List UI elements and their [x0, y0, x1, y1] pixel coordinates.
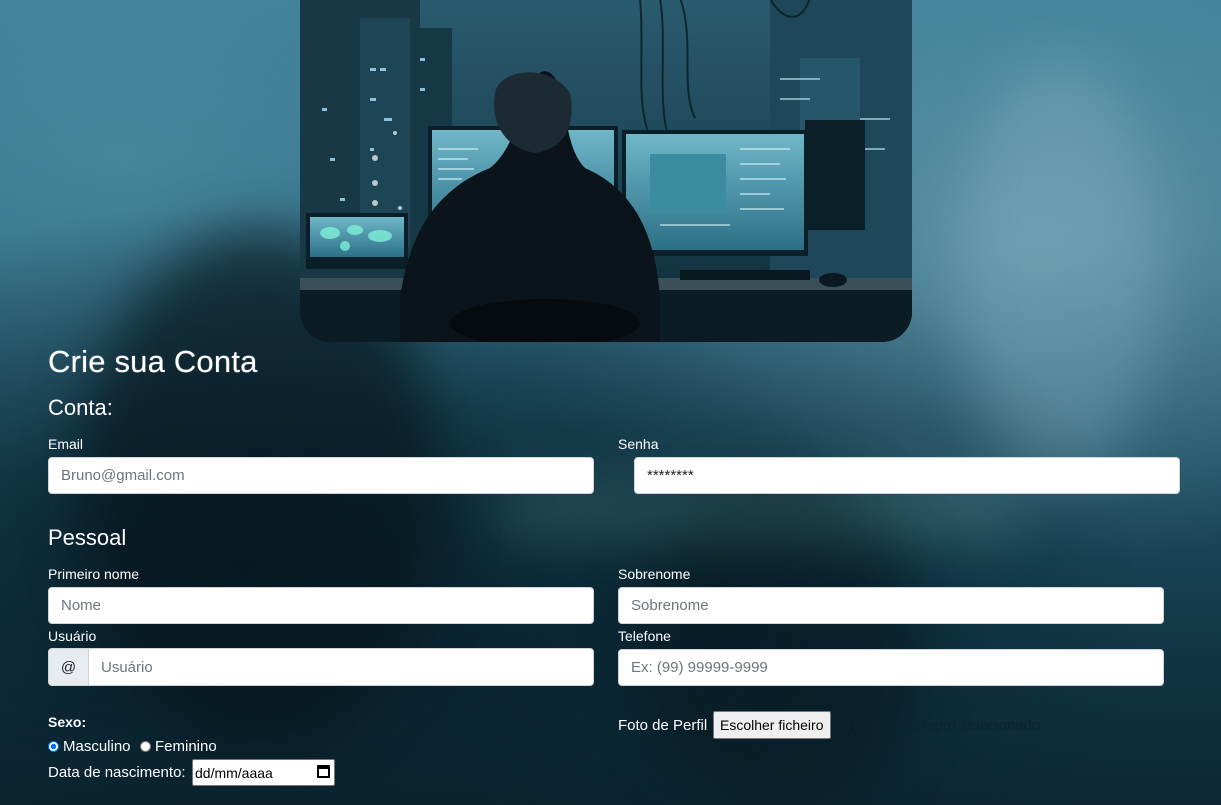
- hero-image: [300, 0, 912, 342]
- first-name-label: Primeiro nome: [48, 566, 140, 582]
- section-title-pessoal: Pessoal: [48, 525, 127, 550]
- birthdate-placeholder: dd/mm/aaaa: [195, 764, 273, 781]
- profile-photo-label: Foto de Perfil: [618, 717, 708, 734]
- birthdate-label: Data de nascimento:: [48, 764, 186, 781]
- page-title: Crie sua Conta: [48, 344, 258, 379]
- phone-label: Telefone: [618, 628, 671, 644]
- email-label: Email: [48, 436, 84, 452]
- calendar-icon[interactable]: [317, 765, 330, 778]
- sex-option-feminino[interactable]: Feminino: [140, 738, 217, 755]
- radio-feminino-label: Feminino: [155, 738, 217, 755]
- password-field[interactable]: ********: [634, 457, 1180, 494]
- sex-label: Sexo:: [48, 714, 87, 730]
- senha-label: Senha: [618, 436, 659, 452]
- username-label: Usuário: [48, 628, 97, 644]
- first-name-field[interactable]: Nome: [48, 587, 594, 624]
- last-name-label: Sobrenome: [618, 566, 691, 582]
- file-status: Nenhum ficheiro selecionado: [847, 717, 1041, 734]
- section-title-conta: Conta:: [48, 395, 113, 420]
- radio-masculino-label: Masculino: [63, 738, 131, 755]
- choose-file-button[interactable]: Escolher ficheiro: [713, 711, 831, 739]
- email-field[interactable]: Bruno@gmail.com: [48, 457, 594, 494]
- last-name-field[interactable]: Sobrenome: [618, 587, 1164, 624]
- birthdate-field[interactable]: dd/mm/aaaa: [192, 759, 335, 786]
- radio-feminino[interactable]: [140, 741, 151, 752]
- background-blur: [960, 60, 1160, 480]
- sex-option-masculino[interactable]: Masculino: [48, 738, 131, 755]
- username-field[interactable]: Usuário: [88, 648, 594, 686]
- username-at-prefix: @: [48, 648, 89, 686]
- radio-masculino[interactable]: [48, 741, 59, 752]
- phone-field[interactable]: Ex: (99) 99999-9999: [618, 649, 1164, 686]
